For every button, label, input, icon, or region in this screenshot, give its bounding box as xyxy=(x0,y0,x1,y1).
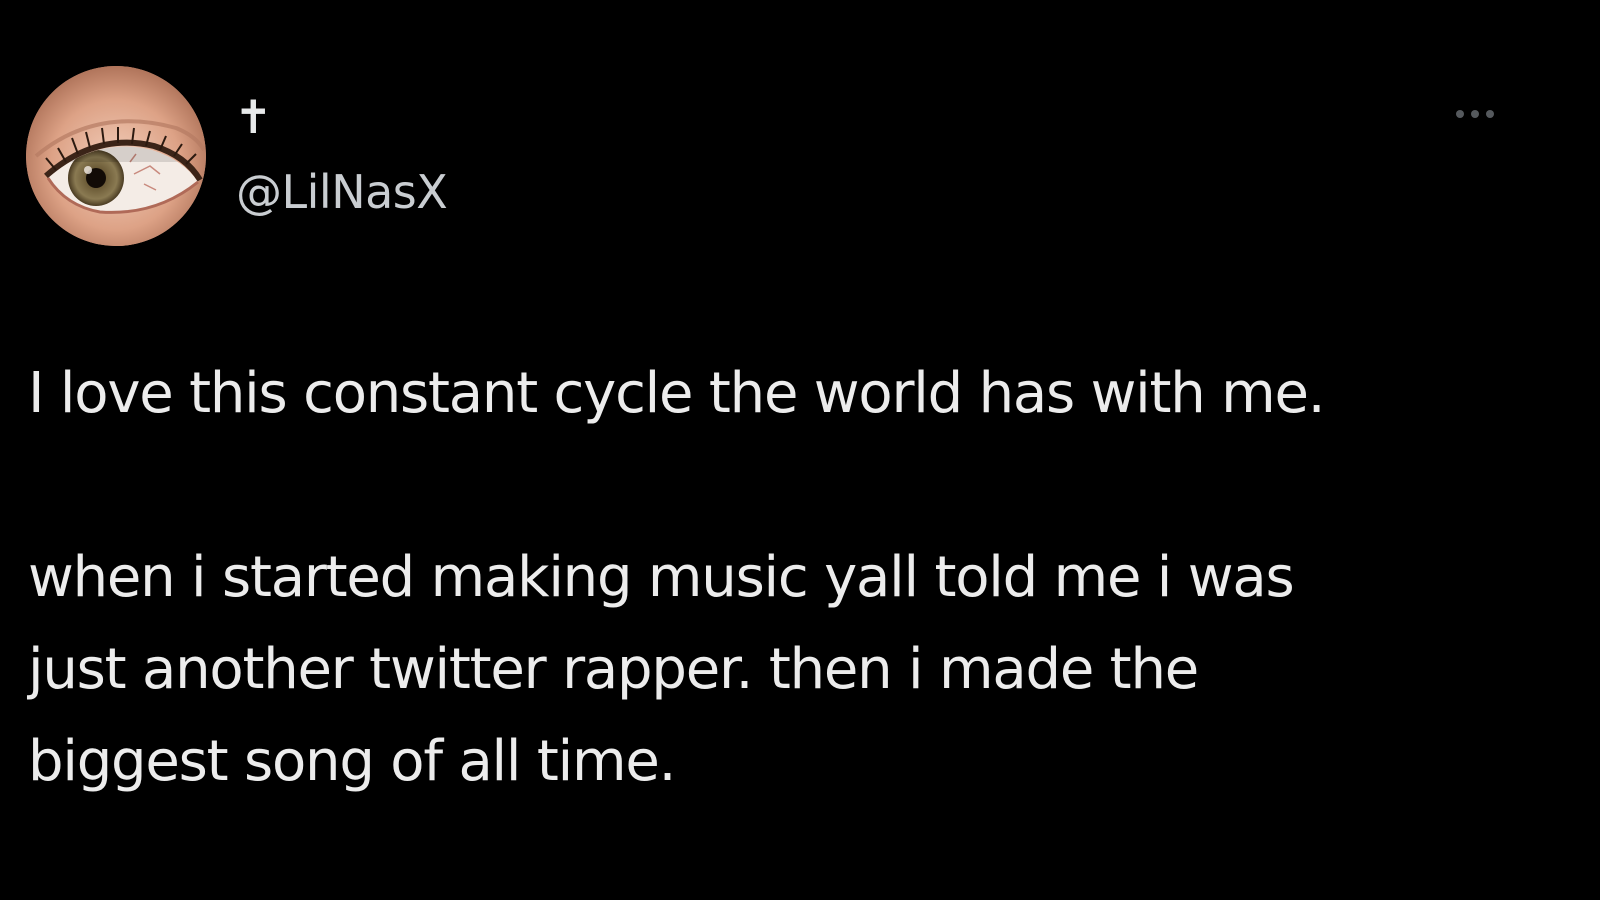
more-options-button[interactable] xyxy=(1440,96,1510,132)
more-horizontal-icon xyxy=(1456,110,1464,118)
tweet-paragraph: I love this constant cycle the world has… xyxy=(28,361,1326,426)
user-handle[interactable]: @LilNasX xyxy=(236,164,448,220)
tweet-line: when i started making music yall told me… xyxy=(28,545,1295,610)
tweet-card: ✝ @LilNasX I love this constant cycle th… xyxy=(0,0,1600,900)
more-horizontal-icon xyxy=(1486,110,1494,118)
tweet-text: I love this constant cycle the world has… xyxy=(28,348,1528,808)
display-name[interactable]: ✝ xyxy=(234,92,273,142)
tweet-line: just another twitter rapper. then i made… xyxy=(28,637,1199,702)
avatar[interactable] xyxy=(26,66,206,246)
more-horizontal-icon xyxy=(1471,110,1479,118)
eye-avatar-icon xyxy=(26,66,206,246)
tweet-line: biggest song of all time. xyxy=(28,729,676,794)
tweet-paragraph: when i started making music yall told me… xyxy=(28,532,1528,808)
